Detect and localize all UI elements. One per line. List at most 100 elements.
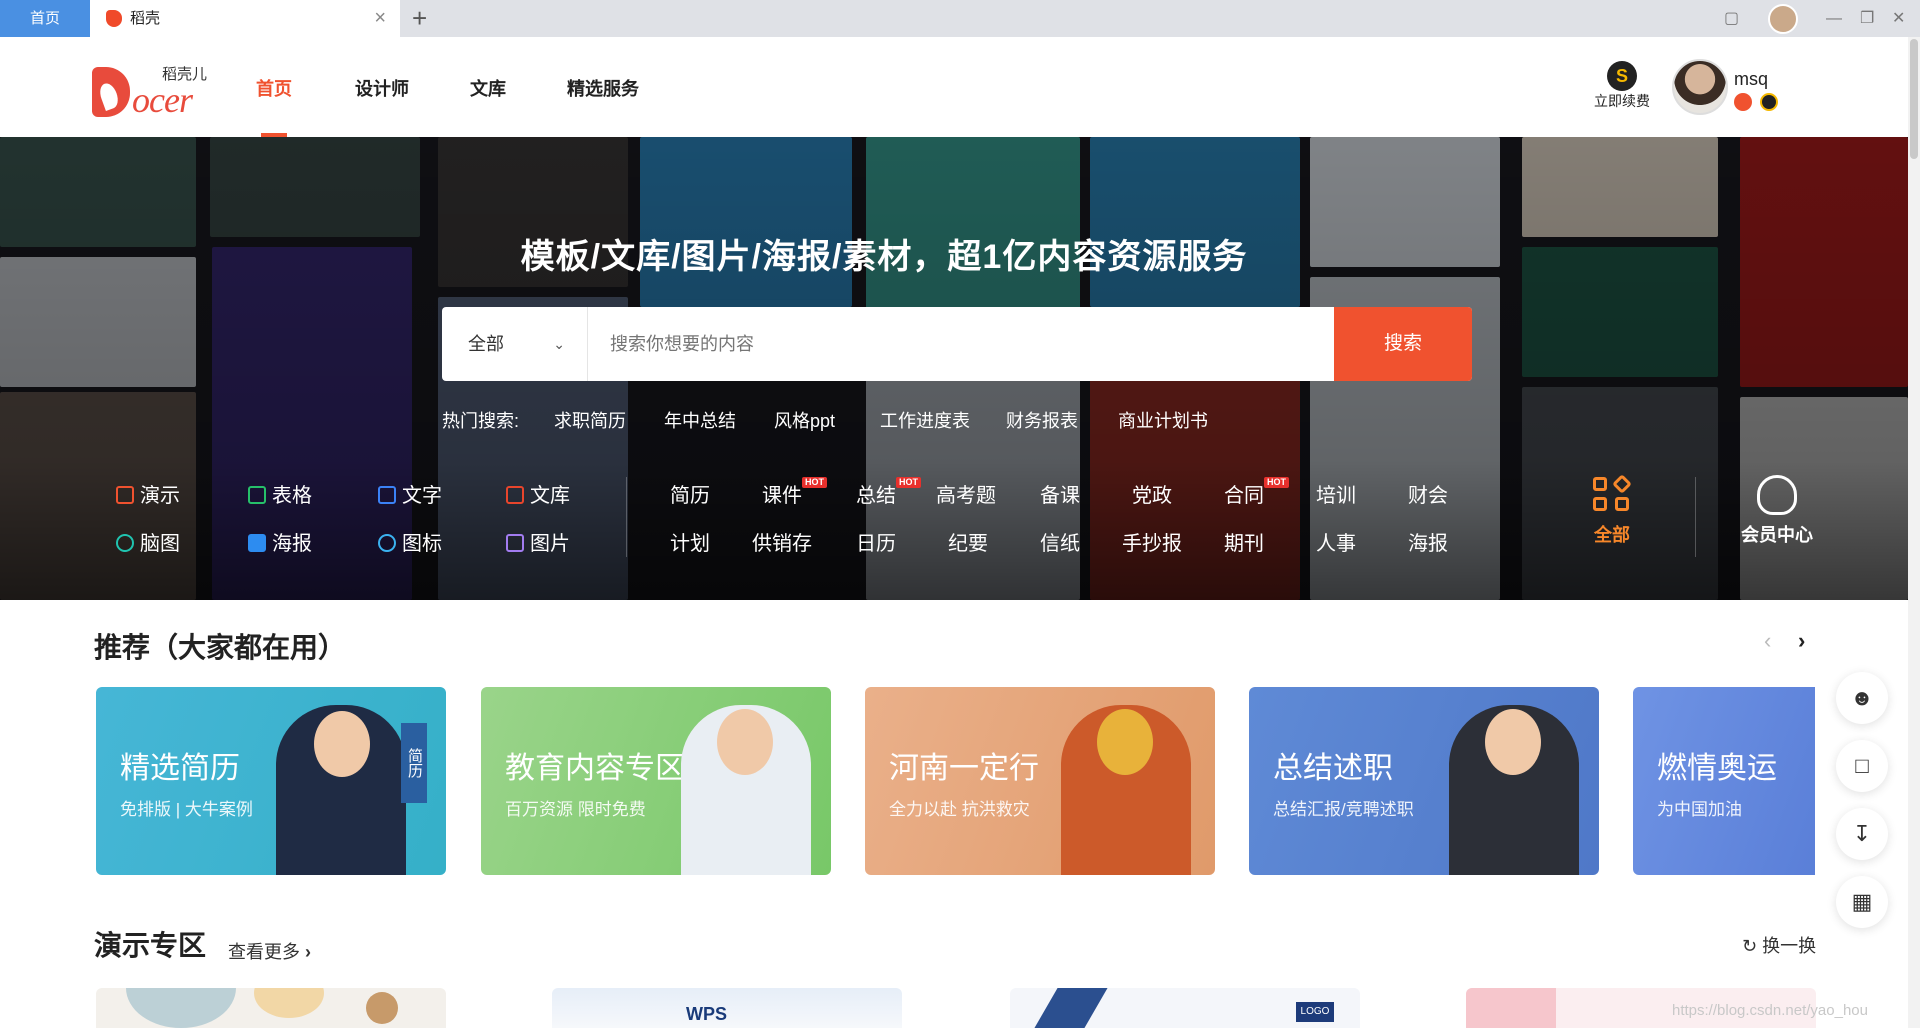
recommend-card[interactable]: 总结述职 总结汇报/竞聘述职 (1249, 687, 1599, 875)
category-item[interactable]: 人事 (1316, 527, 1356, 556)
mindmap-icon (116, 534, 134, 552)
browser-tab-bar: 首页 稻壳 × + ▢ — ❐ ✕ (0, 0, 1920, 37)
hot-term[interactable]: 商业计划书 (1118, 407, 1208, 433)
user-icon[interactable]: ☻ (1836, 672, 1888, 724)
app-icons[interactable]: 图标 (378, 527, 442, 556)
template-card[interactable] (96, 988, 446, 1028)
refresh-label: 换一换 (1762, 936, 1817, 956)
docer-badge-icon (1734, 93, 1752, 111)
template-card[interactable]: WPS (552, 988, 902, 1028)
docer-logo-mark (92, 67, 130, 117)
category-item[interactable]: 党政 (1132, 479, 1172, 508)
category-item[interactable]: 简历 (670, 479, 710, 508)
category-item[interactable]: 日历 (856, 527, 896, 556)
card-subtitle: 全力以赴 抗洪救灾 (889, 800, 1030, 819)
app-sheet[interactable]: 表格 (248, 479, 312, 508)
book-icon (506, 486, 524, 504)
category-item[interactable]: 备课 (1040, 479, 1080, 508)
card-title: 河南一定行 (889, 752, 1039, 785)
tab-docer[interactable]: 稻壳 × (90, 0, 400, 37)
view-more-link[interactable]: 查看更多 › (228, 938, 311, 964)
username[interactable]: msq (1734, 69, 1768, 90)
super-member-badge-icon (1760, 93, 1779, 111)
hot-term[interactable]: 风格ppt (774, 407, 835, 433)
app-presentation[interactable]: 演示 (116, 479, 180, 508)
category-item[interactable]: 合同 (1224, 479, 1264, 508)
recommend-card[interactable]: 精选简历 免排版 | 大牛案例 简历 (96, 687, 446, 875)
user-avatar[interactable] (1672, 59, 1728, 115)
hot-term[interactable]: 求职简历 (554, 407, 626, 433)
docer-tab-icon (106, 10, 122, 27)
recommend-card[interactable]: 教育内容专区 百万资源 限时免费 (481, 687, 831, 875)
hot-term[interactable]: 财务报表 (1006, 407, 1078, 433)
nav-home[interactable]: 首页 (256, 75, 292, 101)
wps-logo: WPS (686, 1004, 728, 1024)
category-item[interactable]: 培训 (1316, 479, 1356, 508)
qrcode-icon[interactable]: ▦ (1836, 876, 1888, 928)
recommend-title: 推荐（大家都在用） (94, 632, 347, 663)
window-avatar[interactable] (1768, 4, 1798, 34)
search-category-select[interactable]: 全部 ⌄ (442, 307, 588, 381)
tab-docer-label: 稻壳 (130, 10, 161, 27)
chat-icon[interactable]: □ (1836, 740, 1888, 792)
tab-home[interactable]: 首页 (0, 0, 90, 37)
hot-search-label: 热门搜索: (442, 411, 520, 431)
renew-button[interactable]: S 立即续费 (1586, 61, 1658, 111)
docer-logo[interactable]: ocer 稻壳儿 (92, 63, 212, 121)
card-subtitle: 百万资源 限时免费 (505, 800, 646, 819)
close-window-icon[interactable]: ✕ (1892, 0, 1905, 37)
carousel-next-icon[interactable]: › (1798, 628, 1805, 654)
hot-term[interactable]: 年中总结 (664, 407, 736, 433)
recommend-card[interactable]: 燃情奥运 为中国加油 (1633, 687, 1815, 875)
category-item[interactable]: 总结 (856, 479, 896, 508)
category-item[interactable]: 课件 (762, 479, 802, 508)
search-input[interactable] (610, 307, 1170, 381)
site-header: ocer 稻壳儿 首页 设计师 文库 精选服务 S 立即续费 msq (0, 37, 1920, 137)
watermark: https://blog.csdn.net/yao_hou (1672, 1002, 1868, 1019)
nav-services[interactable]: 精选服务 (567, 75, 639, 101)
new-tab-button[interactable]: + (412, 0, 427, 37)
category-item[interactable]: 财会 (1408, 479, 1448, 508)
category-item[interactable]: 期刊 (1224, 527, 1264, 556)
search-button[interactable]: 搜索 (1334, 307, 1472, 381)
member-center-label: 会员中心 (1741, 525, 1813, 545)
member-icon (1757, 475, 1797, 515)
category-item[interactable]: 高考题 (936, 479, 996, 508)
user-badges (1734, 93, 1782, 116)
card-title: 总结述职 (1273, 752, 1393, 785)
image-icon (506, 534, 524, 552)
recommend-card[interactable]: 河南一定行 全力以赴 抗洪救灾 (865, 687, 1215, 875)
carousel-prev-icon[interactable]: ‹ (1764, 628, 1771, 654)
app-images[interactable]: 图片 (506, 527, 570, 556)
minimize-icon[interactable]: — (1826, 0, 1842, 37)
category-item[interactable]: 供销存 (752, 527, 812, 556)
template-card[interactable]: LOGO (1010, 988, 1360, 1028)
refresh-button[interactable]: ↻ 换一换 (1742, 932, 1816, 958)
scrollbar-thumb[interactable] (1910, 39, 1918, 159)
card-title: 燃情奥运 (1657, 752, 1777, 785)
search-box: 全部 ⌄ 搜索 (442, 307, 1472, 381)
nav-designer[interactable]: 设计师 (355, 75, 409, 101)
presentation-title: 演示专区 (94, 930, 207, 961)
app-writer[interactable]: 文字 (378, 479, 442, 508)
window-layout-icon[interactable]: ▢ (1724, 0, 1739, 37)
app-library[interactable]: 文库 (506, 479, 570, 508)
category-item[interactable]: 纪要 (948, 527, 988, 556)
member-center-button[interactable]: 会员中心 (1732, 475, 1822, 547)
page-scrollbar[interactable] (1908, 37, 1920, 1028)
card-subtitle: 为中国加油 (1657, 800, 1742, 819)
close-tab-icon[interactable]: × (374, 0, 386, 37)
download-icon[interactable]: ↧ (1836, 808, 1888, 860)
app-mindmap[interactable]: 脑图 (116, 527, 180, 556)
app-poster[interactable]: 海报 (248, 527, 312, 556)
category-item[interactable]: 海报 (1408, 527, 1448, 556)
restore-icon[interactable]: ❐ (1860, 0, 1874, 37)
hot-term[interactable]: 工作进度表 (880, 407, 970, 433)
nav-library[interactable]: 文库 (470, 75, 506, 101)
all-categories-button[interactable]: 全部 (1580, 474, 1644, 547)
hot-tag: HOT (1264, 477, 1289, 488)
category-item[interactable]: 手抄报 (1122, 527, 1182, 556)
hot-tag: HOT (896, 477, 921, 488)
category-item[interactable]: 信纸 (1040, 527, 1080, 556)
category-item[interactable]: 计划 (670, 527, 710, 556)
